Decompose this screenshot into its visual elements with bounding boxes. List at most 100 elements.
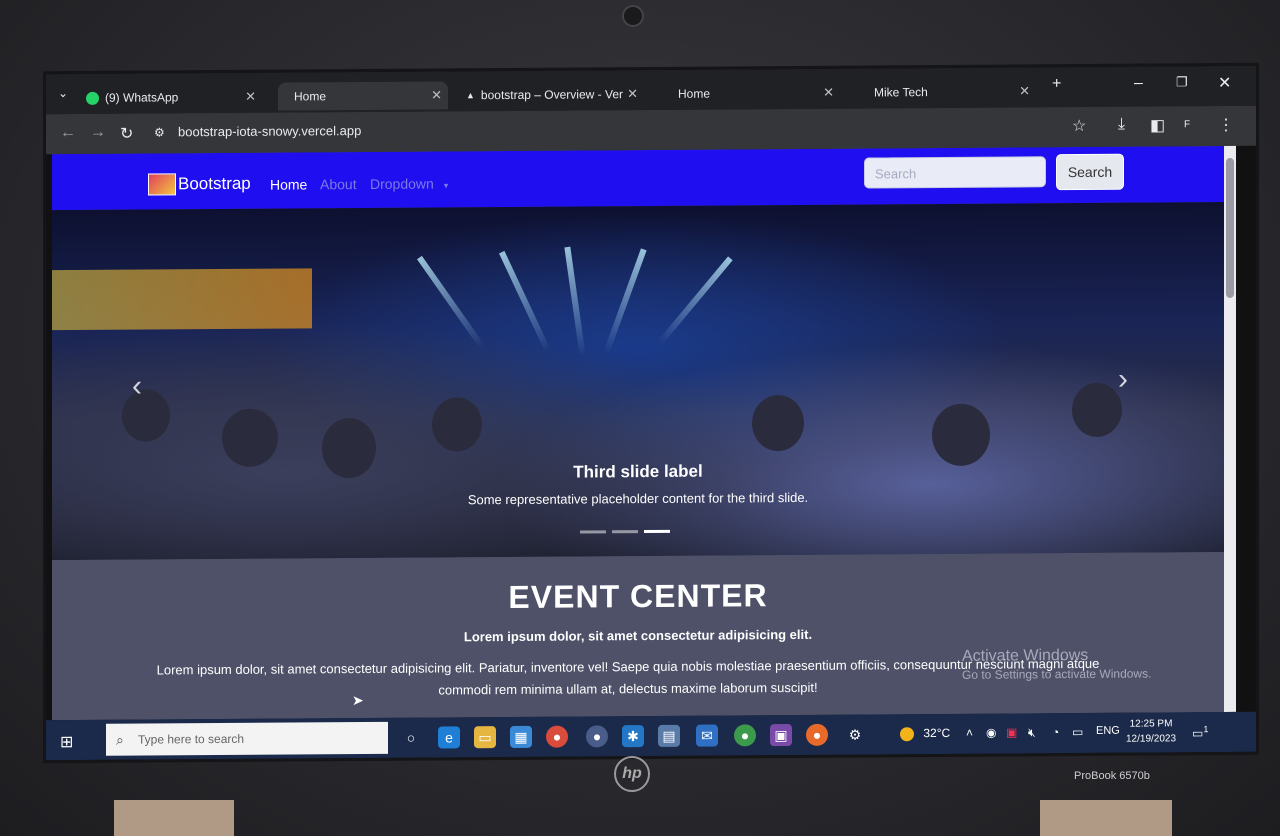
section-title: EVENT CENTER <box>508 577 768 615</box>
bookmark-star-icon[interactable]: ☆ <box>1072 116 1086 136</box>
stage-light-beam <box>499 250 551 353</box>
sun-icon <box>900 726 914 742</box>
scrollbar-thumb[interactable] <box>1226 157 1234 298</box>
weather-temperature: 32°C <box>923 725 951 741</box>
tab-label: Home <box>294 89 327 104</box>
tray-status-icon[interactable]: ◉ <box>986 726 996 740</box>
nav-dropdown-label: Dropdown <box>370 175 434 192</box>
nav-home[interactable]: Home <box>270 176 307 192</box>
site-navbar: Bootstrap Home About Dropdown ▾ Search S… <box>52 145 1224 211</box>
event-section: EVENT CENTER Lorem ipsum dolor, sit amet… <box>52 551 1224 721</box>
stage-light-beam <box>603 248 647 355</box>
tab-search-chevron-icon[interactable]: ⌄ <box>58 86 68 100</box>
url-field[interactable]: bootstrap-iota-snowy.vercel.app <box>178 123 361 139</box>
carousel-indicator-active[interactable] <box>644 529 670 534</box>
volume-muted-icon[interactable]: 🔇︎ <box>1028 725 1036 740</box>
chrome-active-icon[interactable]: ● <box>586 725 608 748</box>
menu-kebab-icon[interactable]: ⋮ <box>1218 115 1234 135</box>
chrome-profile-icon[interactable]: ● <box>734 724 756 747</box>
nav-dropdown[interactable]: Dropdown ▾ <box>370 175 448 192</box>
sidebar-icon[interactable]: ◧ <box>1150 115 1165 135</box>
stage-light-beam <box>657 256 733 345</box>
tab-mike-tech[interactable]: Mike Tech ✕ <box>874 77 1030 106</box>
tab-vercel[interactable]: ▲ bootstrap – Overview - Ver ✕ <box>466 80 638 109</box>
tab-home-active[interactable]: Home ✕ <box>278 81 448 111</box>
close-icon[interactable]: ✕ <box>1019 83 1030 99</box>
carousel-prev-icon[interactable]: ‹ <box>132 370 142 404</box>
web-page: Bootstrap Home About Dropdown ▾ Search S… <box>52 145 1224 721</box>
hero-carousel: ‹ › Third slide label Some representativ… <box>52 201 1224 561</box>
search-button[interactable]: Search <box>1056 153 1124 191</box>
app-icon[interactable]: ▣ <box>770 724 792 747</box>
tab-whatsapp[interactable]: (9) WhatsApp ✕ <box>86 83 256 112</box>
audience-silhouette <box>222 408 278 467</box>
window-close-icon[interactable]: ✕ <box>1218 73 1231 93</box>
hinge-right <box>1040 800 1172 836</box>
brand-name[interactable]: Bootstrap <box>178 174 251 195</box>
carousel-indicator[interactable] <box>612 530 638 534</box>
webcam <box>622 5 644 27</box>
site-info-icon[interactable]: ⚙ <box>154 125 165 139</box>
taskbar-search-input[interactable]: ⌕ Type here to search <box>106 721 388 756</box>
tab-label: Mike Tech <box>874 85 928 100</box>
carousel-indicators <box>580 529 670 534</box>
weather-widget[interactable]: 32°C <box>900 725 951 742</box>
restore-icon[interactable]: ❐ <box>1176 74 1188 90</box>
cortana-icon[interactable]: ○ <box>400 727 422 749</box>
hinge-left <box>114 800 234 836</box>
download-icon[interactable]: ⤓ <box>1118 116 1125 134</box>
carousel-indicator[interactable] <box>580 530 606 534</box>
page-scrollbar[interactable] <box>1224 145 1236 712</box>
notification-icon[interactable]: ▭1 <box>1192 724 1208 740</box>
close-icon[interactable]: ✕ <box>823 85 834 101</box>
file-explorer-icon[interactable]: ▭ <box>474 726 496 749</box>
minimize-icon[interactable]: – <box>1134 75 1143 93</box>
reload-icon[interactable]: ↻ <box>120 124 133 144</box>
taskbar-search-placeholder: Type here to search <box>138 731 245 747</box>
mail-icon[interactable]: ✉ <box>696 724 718 747</box>
battery-icon[interactable]: ▭ <box>1072 725 1083 739</box>
stage-screen-left <box>52 268 312 331</box>
mouse-cursor-icon: ➤ <box>352 692 364 709</box>
vscode-icon[interactable]: ✱ <box>622 725 644 748</box>
search-input[interactable]: Search <box>864 156 1046 189</box>
whatsapp-icon <box>86 91 99 105</box>
audience-silhouette <box>932 403 990 467</box>
firefox-icon[interactable]: ● <box>806 723 828 746</box>
clock[interactable]: 12:25 PM 12/19/2023 <box>1126 716 1176 746</box>
clock-date: 12/19/2023 <box>1126 733 1177 745</box>
terminal-icon[interactable]: ▤ <box>658 724 680 747</box>
tab-home[interactable]: Home ✕ <box>678 79 834 108</box>
notification-count: 1 <box>1203 724 1209 735</box>
settings-gear-icon[interactable]: ⚙ <box>844 723 866 745</box>
back-icon[interactable]: ← <box>60 124 76 142</box>
carousel-next-icon[interactable]: › <box>1118 363 1128 397</box>
laptop-model-label: ProBook 6570b <box>1074 770 1150 782</box>
audience-silhouette <box>1072 382 1122 438</box>
watermark-line2: Go to Settings to activate Windows. <box>962 666 1152 682</box>
wifi-icon[interactable]: ◔ <box>1052 725 1059 739</box>
windows-taskbar: ⊞ ⌕ Type here to search ○ e ▭ ▦ ● ● ✱ ▤ … <box>46 711 1256 761</box>
windows-start-icon[interactable]: ⊞ <box>60 732 73 752</box>
brand-logo-icon[interactable] <box>148 173 176 196</box>
audience-silhouette <box>752 394 804 452</box>
nav-about[interactable]: About <box>320 176 357 192</box>
tray-app-icon[interactable]: ▣ <box>1006 725 1017 739</box>
stage-light-beam <box>564 246 586 357</box>
chrome-icon[interactable]: ● <box>546 725 568 748</box>
search-icon: ⌕ <box>116 731 124 748</box>
close-icon[interactable]: ✕ <box>627 86 638 102</box>
language-indicator[interactable]: ENG <box>1096 725 1120 737</box>
clock-time: 12:25 PM <box>1129 718 1173 730</box>
forward-icon[interactable]: → <box>90 124 106 142</box>
edge-icon[interactable]: e <box>438 726 460 749</box>
profile-avatar[interactable]: F <box>1184 119 1190 130</box>
tray-chevron-icon[interactable]: ˄ <box>966 726 973 740</box>
close-icon[interactable]: ✕ <box>245 89 256 105</box>
stage-light-beam <box>416 255 486 349</box>
new-tab-icon[interactable]: + <box>1052 75 1061 93</box>
store-icon[interactable]: ▦ <box>510 725 532 748</box>
activate-windows-watermark: Activate Windows Go to Settings to activ… <box>962 647 1151 682</box>
close-icon[interactable]: ✕ <box>431 87 442 103</box>
audience-silhouette <box>122 389 170 442</box>
